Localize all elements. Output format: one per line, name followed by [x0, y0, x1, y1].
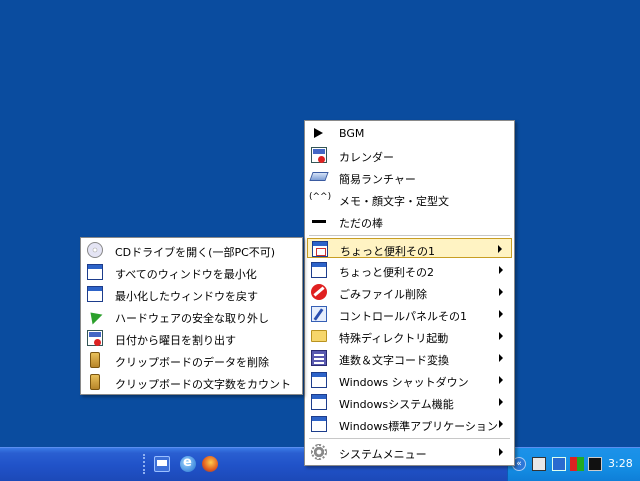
submenu-handy-1: CDドライブを開く(一部PC不可) すべてのウィンドウを最小化 最小化したウィン… [80, 237, 303, 395]
control-panel-icon [311, 306, 327, 322]
menu-item-memo[interactable]: (^^) メモ・顔文字・定型文 [307, 189, 512, 209]
window-icon [311, 394, 327, 410]
menu-item-label: 最小化したウィンドウを戻す [115, 290, 258, 303]
submenu-arrow-icon [499, 420, 503, 428]
window-icon [312, 241, 328, 257]
menu-item-label: クリップボードのデータを削除 [115, 356, 269, 369]
submenu-item-clear-clipboard[interactable]: クリップボードのデータを削除 [83, 350, 300, 370]
menu-item-label: ただの棒 [339, 217, 383, 230]
menu-item-launcher[interactable]: 簡易ランチャー [307, 167, 512, 187]
menu-item-shutdown[interactable]: Windows シャットダウン [307, 370, 512, 390]
cd-icon [87, 242, 103, 258]
submenu-arrow-icon [499, 376, 503, 384]
menu-item-label: Windows標準アプリケーション [339, 420, 498, 433]
calendar-icon [87, 330, 103, 346]
menu-item-label: CDドライブを開く(一部PC不可) [115, 246, 276, 259]
menu-separator [309, 235, 510, 236]
window-icon [311, 416, 327, 432]
submenu-arrow-icon [499, 266, 503, 274]
clipboard-icon [90, 374, 100, 390]
menu-item-label: ハードウェアの安全な取り外し [115, 312, 269, 325]
menu-item-label: クリップボードの文字数をカウント [115, 378, 291, 391]
menu-item-label: ちょっと便利その1 [340, 245, 435, 258]
launcher-icon [309, 172, 329, 181]
menu-separator [309, 438, 510, 439]
window-icon [311, 262, 327, 278]
menu-item-bar[interactable]: ただの棒 [307, 211, 512, 231]
play-icon [311, 125, 327, 141]
submenu-item-count-clipboard[interactable]: クリップボードの文字数をカウント [83, 372, 300, 392]
menu-item-label: 特殊ディレクトリ起動 [339, 332, 449, 345]
submenu-item-weekday[interactable]: 日付から曜日を割り出す [83, 328, 300, 348]
window-icon [87, 264, 103, 280]
show-desktop-icon[interactable] [154, 456, 170, 472]
menu-item-standard-apps[interactable]: Windows標準アプリケーション [307, 414, 512, 434]
menu-item-label: BGM [339, 127, 365, 140]
clipboard-icon [90, 352, 100, 368]
no-entry-icon [311, 284, 327, 300]
submenu-arrow-icon [499, 310, 503, 318]
menu-item-label: カレンダー [339, 151, 394, 164]
menu-item-label: 進数＆文字コード変換 [339, 354, 449, 367]
submenu-item-safe-remove[interactable]: ハードウェアの安全な取り外し [83, 306, 300, 326]
menu-item-system-functions[interactable]: Windowsシステム機能 [307, 392, 512, 412]
bar-icon [311, 213, 327, 229]
menu-item-label: コントロールパネルその1 [339, 310, 467, 323]
convert-icon [311, 350, 327, 366]
quick-launch-grip[interactable] [143, 454, 149, 474]
window-icon [311, 372, 327, 388]
main-menu: BGM カレンダー 簡易ランチャー (^^) メモ・顔文字・定型文 ただの棒 ち… [304, 120, 515, 466]
folder-icon [311, 330, 327, 342]
clock[interactable]: 3:28 [608, 457, 633, 470]
menu-item-label: ごみファイル削除 [339, 288, 427, 301]
menu-item-label: ちょっと便利その2 [339, 266, 434, 279]
submenu-arrow-icon [499, 448, 503, 456]
menu-item-label: メモ・顔文字・定型文 [339, 195, 449, 208]
gear-icon [311, 444, 327, 460]
submenu-arrow-icon [499, 288, 503, 296]
menu-item-label: Windowsシステム機能 [339, 398, 454, 411]
menu-item-label: Windows シャットダウン [339, 376, 469, 389]
green-arrow-icon [87, 308, 103, 324]
menu-item-handy-2[interactable]: ちょっと便利その2 [307, 260, 512, 280]
menu-item-handy-1[interactable]: ちょっと便利その1 [307, 238, 512, 258]
submenu-arrow-icon [499, 332, 503, 340]
menu-item-calendar[interactable]: カレンダー [307, 145, 512, 165]
internet-explorer-icon[interactable] [180, 455, 196, 472]
system-tray: « 3:28 [507, 448, 640, 481]
menu-item-label: システムメニュー [339, 448, 427, 461]
tray-display-icon[interactable] [588, 457, 602, 471]
menu-item-label: 簡易ランチャー [339, 173, 416, 186]
submenu-arrow-icon [499, 354, 503, 362]
menu-item-system-menu[interactable]: システムメニュー [307, 442, 512, 462]
menu-item-special-dirs[interactable]: 特殊ディレクトリ起動 [307, 326, 512, 346]
firefox-icon[interactable] [202, 456, 218, 472]
submenu-arrow-icon [498, 245, 502, 253]
menu-item-bgm[interactable]: BGM [307, 123, 512, 143]
menu-item-convert[interactable]: 進数＆文字コード変換 [307, 348, 512, 368]
emoticon-icon: (^^) [309, 192, 332, 202]
menu-item-junk-delete[interactable]: ごみファイル削除 [307, 282, 512, 302]
calendar-icon [311, 147, 327, 163]
submenu-item-open-cd[interactable]: CDドライブを開く(一部PC不可) [83, 240, 300, 260]
submenu-item-minimize-all[interactable]: すべてのウィンドウを最小化 [83, 262, 300, 282]
submenu-arrow-icon [499, 398, 503, 406]
window-icon [87, 286, 103, 302]
menu-item-label: 日付から曜日を割り出す [115, 334, 236, 347]
menu-item-label: すべてのウィンドウを最小化 [115, 268, 257, 281]
menu-item-control-panel-1[interactable]: コントロールパネルその1 [307, 304, 512, 324]
submenu-item-restore[interactable]: 最小化したウィンドウを戻す [83, 284, 300, 304]
tray-colors-icon[interactable] [570, 457, 584, 471]
tray-app-icon[interactable] [532, 457, 546, 471]
tray-network-icon[interactable] [552, 457, 566, 471]
